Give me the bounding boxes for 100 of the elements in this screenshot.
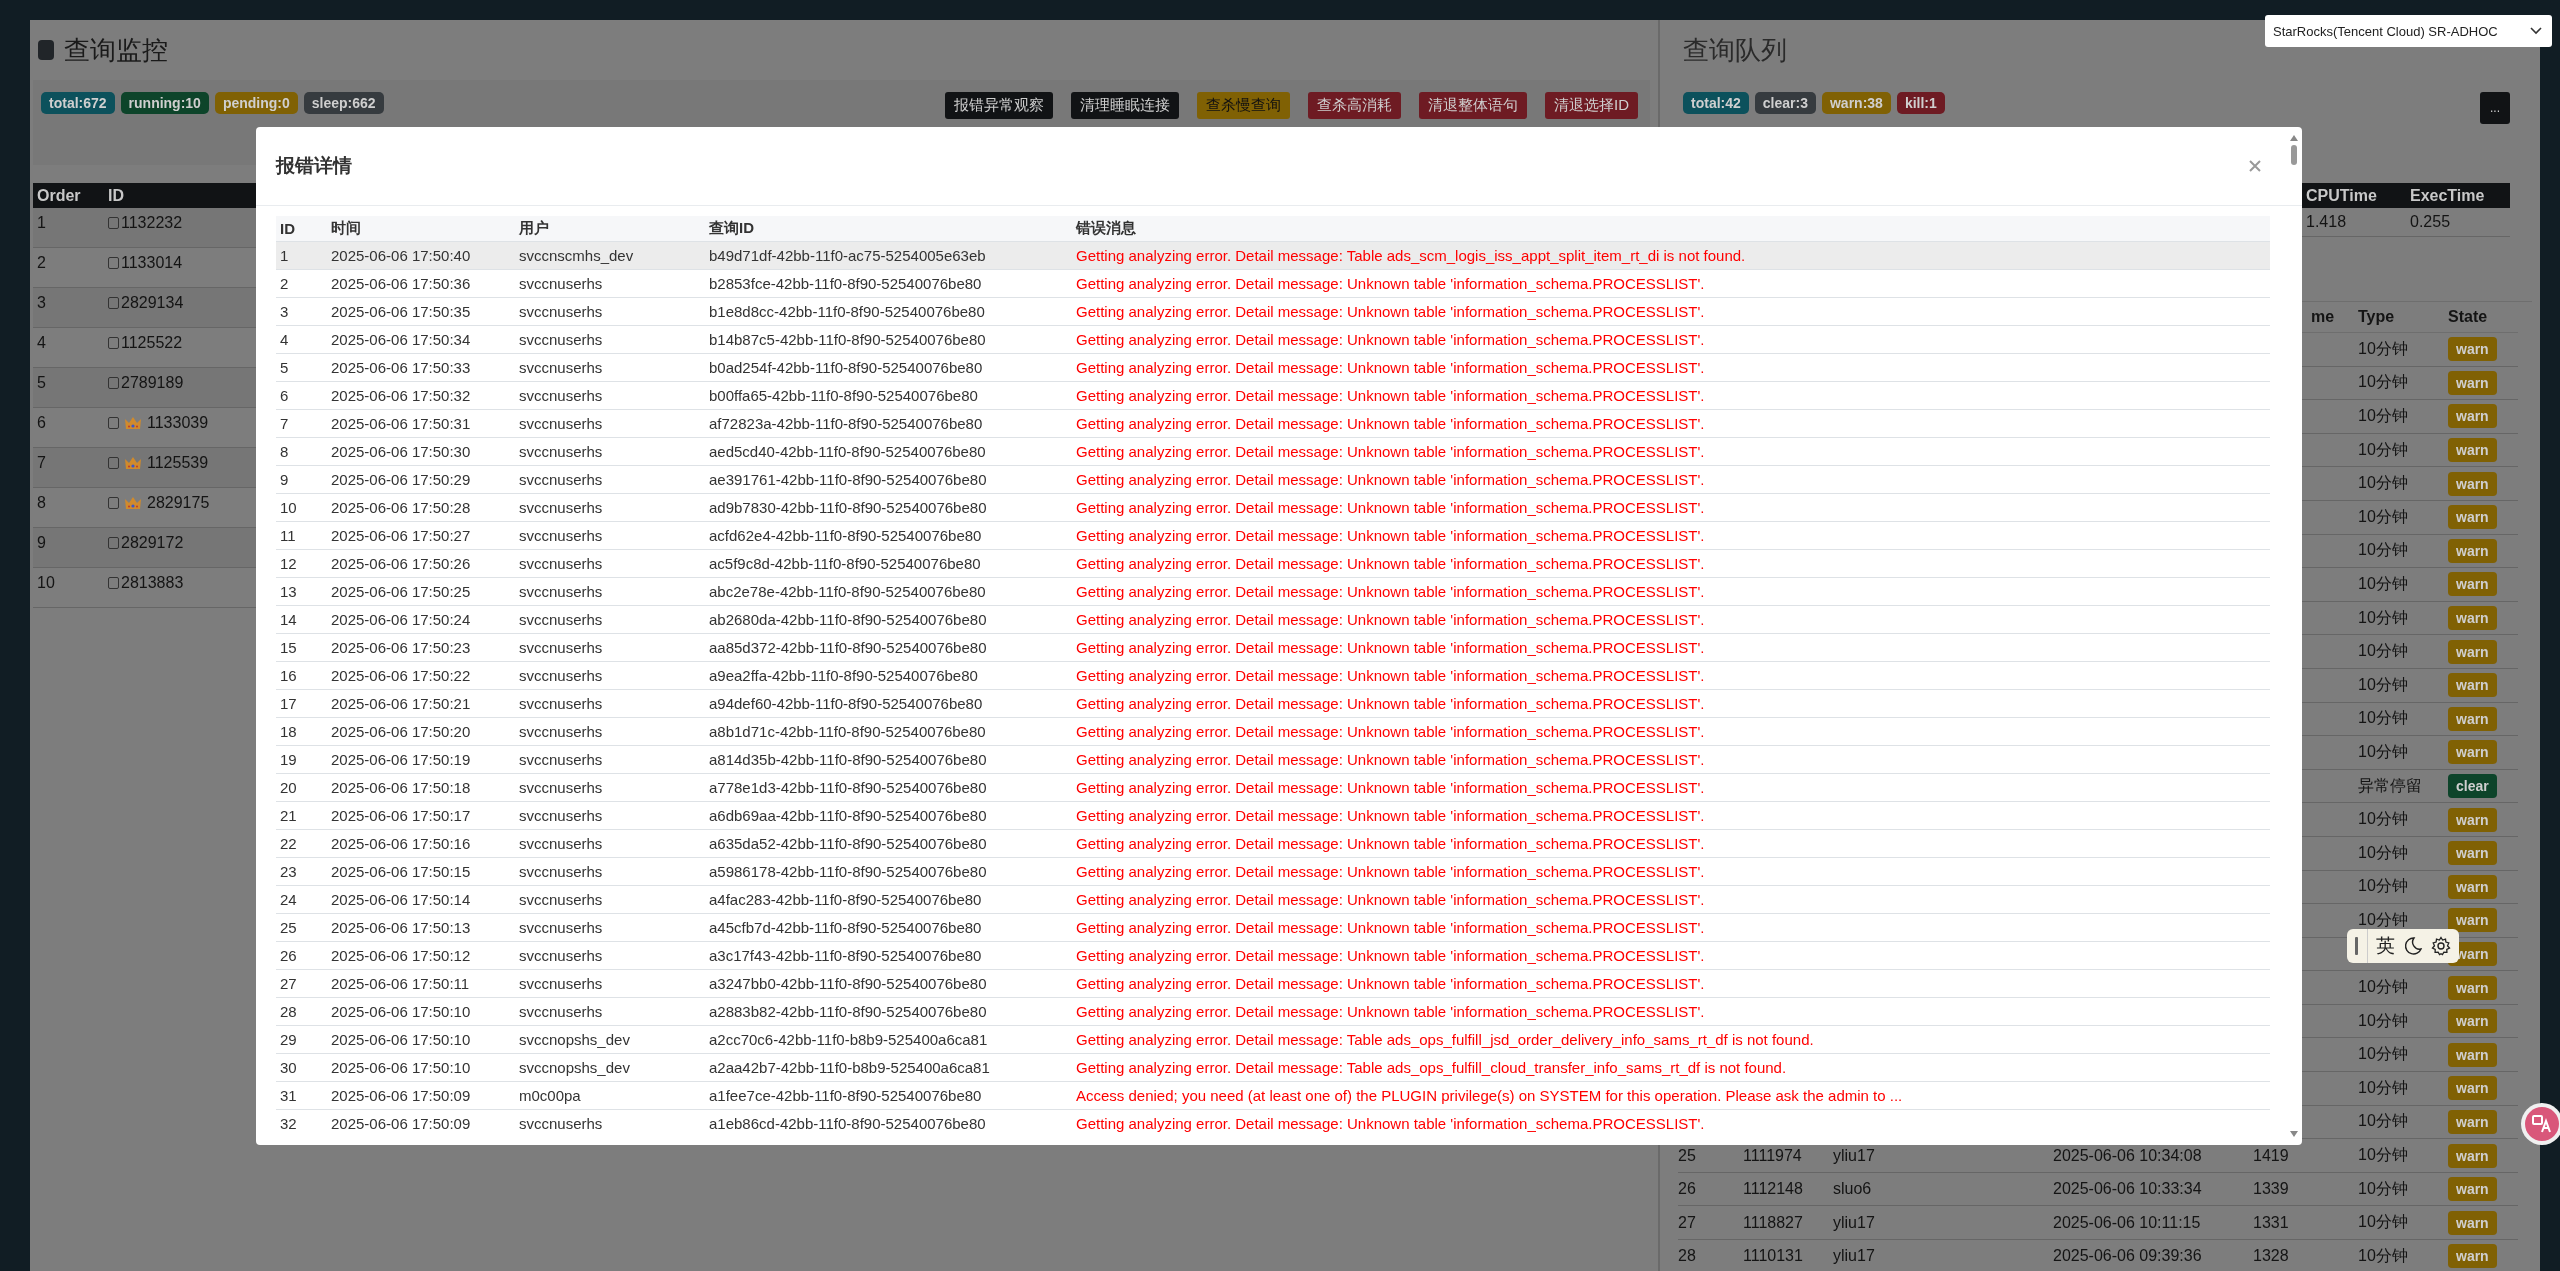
table-cell: 21 bbox=[280, 807, 297, 824]
table-row[interactable]: 17 2025-06-06 17:50:21 svccnuserhs a94def60-42bb-11f0-8f90-52540076be80 Getting analyzing error. Detail message: Unknown table 'information_schema.PROCESSLIST'. bbox=[276, 689, 2270, 718]
database-icon bbox=[38, 40, 54, 60]
action-button[interactable]: 查杀高消耗 bbox=[1308, 92, 1401, 119]
column-header: 错误消息 bbox=[1076, 219, 1136, 236]
table-cell: 2025-06-06 17:50:13 bbox=[331, 919, 471, 936]
table-cell: 2025-06-06 17:50:19 bbox=[331, 751, 471, 768]
table-cell: svccnuserhs bbox=[519, 611, 603, 628]
table-row[interactable]: 12 2025-06-06 17:50:26 svccnuserhs ac5f9c8d-42bb-11f0-8f90-52540076be80 Getting analyzing error. Detail message: Unknown table 'information_schema.PROCESSLIST'. bbox=[276, 549, 2270, 578]
table-row[interactable]: 27 2025-06-06 17:50:11 svccnuserhs a3247bb0-42bb-11f0-8f90-52540076be80 Getting analyzing error. Detail message: Unknown table 'information_schema.PROCESSLIST'. bbox=[276, 969, 2270, 998]
checkbox[interactable] bbox=[108, 257, 119, 269]
table-row[interactable]: 1 2025-06-06 17:50:40 svccnscmhs_dev b49d71df-42bb-11f0-ac75-5254005e63eb Getting analyzing error. Detail message: Table ads_scm_logis_iss_appt_split_item_rt_di is not found. bbox=[276, 241, 2270, 270]
table-cell: 1111974 bbox=[1743, 1146, 1802, 1164]
language-toggle[interactable]: 英 bbox=[2376, 933, 2395, 959]
table-row[interactable]: 6 2025-06-06 17:50:32 svccnuserhs b00ffa65-42bb-11f0-8f90-52540076be80 Getting analyzing error. Detail message: Unknown table 'information_schema.PROCESSLIST'. bbox=[276, 381, 2270, 410]
action-button[interactable]: 清理睡眠连接 bbox=[1071, 92, 1179, 119]
table-cell: 19 bbox=[280, 751, 297, 768]
table-row[interactable]: 7 2025-06-06 17:50:31 svccnuserhs af72823a-42bb-11f0-8f90-52540076be80 Getting analyzing error. Detail message: Unknown table 'information_schema.PROCESSLIST'. bbox=[276, 409, 2270, 438]
table-cell: 16 bbox=[280, 667, 297, 684]
table-row[interactable]: 14 2025-06-06 17:50:24 svccnuserhs ab2680da-42bb-11f0-8f90-52540076be80 Getting analyzing error. Detail message: Unknown table 'information_schema.PROCESSLIST'. bbox=[276, 605, 2270, 634]
cluster-select[interactable]: StarRocks(Tencent Cloud) SR-ADHOC bbox=[2265, 15, 2552, 47]
table-cell: 30 bbox=[280, 1059, 297, 1076]
close-icon[interactable] bbox=[2248, 159, 2262, 173]
table-cell: 1125539 bbox=[147, 454, 209, 472]
settings-icon[interactable] bbox=[2431, 936, 2451, 956]
table-row[interactable]: 15 2025-06-06 17:50:23 svccnuserhs aa85d372-42bb-11f0-8f90-52540076be80 Getting analyzing error. Detail message: Unknown table 'information_schema.PROCESSLIST'. bbox=[276, 633, 2270, 662]
table-cell: 4 bbox=[280, 331, 289, 348]
action-button[interactable]: 报错异常观察 bbox=[945, 92, 1053, 119]
table-row[interactable]: 16 2025-06-06 17:50:22 svccnuserhs a9ea2ffa-42bb-11f0-8f90-52540076be80 Getting analyzing error. Detail message: Unknown table 'information_schema.PROCESSLIST'. bbox=[276, 661, 2270, 690]
table-row[interactable]: 22 2025-06-06 17:50:16 svccnuserhs a635da52-42bb-11f0-8f90-52540076be80 Getting analyzing error. Detail message: Unknown table 'information_schema.PROCESSLIST'. bbox=[276, 829, 2270, 858]
table-row[interactable]: 3 2025-06-06 17:50:35 svccnuserhs b1e8d8cc-42bb-11f0-8f90-52540076be80 Getting analyzing error. Detail message: Unknown table 'information_schema.PROCESSLIST'. bbox=[276, 297, 2270, 326]
translate-icon[interactable] bbox=[2520, 1102, 2560, 1146]
error-message: Getting analyzing error. Detail message: Unknown table 'information_schema.PROCESSLIST'. bbox=[1076, 919, 1705, 936]
table-cell: 2829134 bbox=[121, 294, 184, 312]
table-cell: m0c00pa bbox=[519, 1087, 581, 1104]
table-cell: a9ea2ffa-42bb-11f0-8f90-52540076be80 bbox=[709, 667, 978, 684]
checkbox[interactable] bbox=[108, 457, 119, 469]
action-button[interactable]: 清退整体语句 bbox=[1419, 92, 1527, 119]
grip-icon[interactable] bbox=[2355, 937, 2359, 955]
table-row[interactable]: 10 2025-06-06 17:50:28 svccnuserhs ad9b7830-42bb-11f0-8f90-52540076be80 Getting analyzing error. Detail message: Unknown table 'information_schema.PROCESSLIST'. bbox=[276, 493, 2270, 522]
table-row[interactable]: 5 2025-06-06 17:50:33 svccnuserhs b0ad254f-42bb-11f0-8f90-52540076be80 Getting analyzing error. Detail message: Unknown table 'information_schema.PROCESSLIST'. bbox=[276, 353, 2270, 382]
table-cell: b0ad254f-42bb-11f0-8f90-52540076be80 bbox=[709, 359, 983, 376]
table-cell: svccnuserhs bbox=[519, 779, 603, 796]
table-cell: 2025-06-06 09:39:36 bbox=[2053, 1247, 2202, 1265]
checkbox[interactable] bbox=[108, 217, 119, 229]
table-cell: 10分钟 bbox=[2358, 877, 2408, 895]
state-badge: warn bbox=[2448, 740, 2497, 765]
table-row[interactable]: 24 2025-06-06 17:50:14 svccnuserhs a4fac283-42bb-11f0-8f90-52540076be80 Getting analyzing error. Detail message: Unknown table 'information_schema.PROCESSLIST'. bbox=[276, 885, 2270, 914]
checkbox[interactable] bbox=[108, 377, 119, 389]
table-cell: a2aa42b7-42bb-11f0-b8b9-525400a6ca81 bbox=[709, 1059, 990, 1076]
state-badge: warn bbox=[2448, 1143, 2497, 1168]
error-message: Getting analyzing error. Detail message: Unknown table 'information_schema.PROCESSLIST'. bbox=[1076, 303, 1705, 320]
table-cell: 29 bbox=[280, 1031, 297, 1048]
state-badge: warn bbox=[2448, 505, 2497, 530]
table-cell: 2025-06-06 17:50:21 bbox=[331, 695, 471, 712]
table-cell: 2025-06-06 17:50:22 bbox=[331, 667, 471, 684]
table-row[interactable]: 29 2025-06-06 17:50:10 svccnopshs_dev a2cc70c6-42bb-11f0-b8b9-525400a6ca81 Getting analyzing error. Detail message: Table ads_ops_fulfill_jsd_order_delivery_info_sams_rt_df is not found. bbox=[276, 1025, 2270, 1054]
table-row[interactable]: 2 2025-06-06 17:50:36 svccnuserhs b2853fce-42bb-11f0-8f90-52540076be80 Getting analyzing error. Detail message: Unknown table 'information_schema.PROCESSLIST'. bbox=[276, 269, 2270, 298]
checkbox[interactable] bbox=[108, 497, 119, 509]
table-row[interactable]: 8 2025-06-06 17:50:30 svccnuserhs aed5cd40-42bb-11f0-8f90-52540076be80 Getting analyzing error. Detail message: Unknown table 'information_schema.PROCESSLIST'. bbox=[276, 437, 2270, 466]
checkbox[interactable] bbox=[108, 297, 119, 309]
action-button[interactable]: 清退选择ID bbox=[1545, 92, 1638, 119]
table-cell-text: 6 bbox=[36, 414, 47, 432]
table-cell: svccnscmhs_dev bbox=[519, 247, 634, 264]
table-row[interactable]: 13 2025-06-06 17:50:25 svccnuserhs abc2e78e-42bb-11f0-8f90-52540076be80 Getting analyzing error. Detail message: Unknown table 'information_schema.PROCESSLIST'. bbox=[276, 577, 2270, 606]
table-row[interactable]: 21 2025-06-06 17:50:17 svccnuserhs a6db69aa-42bb-11f0-8f90-52540076be80 Getting analyzing error. Detail message: Unknown table 'information_schema.PROCESSLIST'. bbox=[276, 801, 2270, 830]
state-badge: warn bbox=[2448, 1244, 2497, 1269]
state-badge: warn bbox=[2448, 538, 2497, 563]
table-cell: svccnuserhs bbox=[519, 275, 603, 292]
table-row[interactable]: 11 2025-06-06 17:50:27 svccnuserhs acfd62e4-42bb-11f0-8f90-52540076be80 Getting analyzing error. Detail message: Unknown table 'information_schema.PROCESSLIST'. bbox=[276, 521, 2270, 550]
table-row[interactable]: 18 2025-06-06 17:50:20 svccnuserhs a8b1d71c-42bb-11f0-8f90-52540076be80 Getting analyzing error. Detail message: Unknown table 'information_schema.PROCESSLIST'. bbox=[276, 717, 2270, 746]
table-row[interactable]: 9 2025-06-06 17:50:29 svccnuserhs ae391761-42bb-11f0-8f90-52540076be80 Getting analyzing error. Detail message: Unknown table 'information_schema.PROCESSLIST'. bbox=[276, 465, 2270, 494]
table-row[interactable]: 28 2025-06-06 17:50:10 svccnuserhs a2883b82-42bb-11f0-8f90-52540076be80 Getting analyzing error. Detail message: Unknown table 'information_schema.PROCESSLIST'. bbox=[276, 997, 2270, 1026]
checkbox[interactable] bbox=[108, 417, 119, 429]
table-cell: a45cfb7d-42bb-11f0-8f90-52540076be80 bbox=[709, 919, 982, 936]
table-cell: 10分钟 bbox=[2358, 1011, 2408, 1029]
more-button[interactable]: ... bbox=[2480, 92, 2510, 124]
table-row[interactable]: 32 2025-06-06 17:50:09 svccnuserhs a1eb86cd-42bb-11f0-8f90-52540076be80 Getting analyzing error. Detail message: Unknown table 'information_schema.PROCESSLIST'. bbox=[276, 1109, 2270, 1137]
table-row[interactable]: 31 2025-06-06 17:50:09 m0c00pa a1fee7ce-42bb-11f0-8f90-52540076be80 Access denied; you need (at least one of) the PLUGIN privilege(s) on SYSTEM for this operation. Please ask the admin to ... bbox=[276, 1081, 2270, 1110]
table-cell: ad9b7830-42bb-11f0-8f90-52540076be80 bbox=[709, 499, 987, 516]
error-message: Getting analyzing error. Detail message: Unknown table 'information_schema.PROCESSLIST'. bbox=[1076, 667, 1705, 684]
table-cell: aa85d372-42bb-11f0-8f90-52540076be80 bbox=[709, 639, 987, 656]
table-cell: 27 bbox=[280, 975, 297, 992]
table-cell: 25 bbox=[280, 919, 297, 936]
table-row[interactable]: 30 2025-06-06 17:50:10 svccnopshs_dev a2aa42b7-42bb-11f0-b8b9-525400a6ca81 Getting analyzing error. Detail message: Table ads_ops_fulfill_cloud_transfer_info_sams_rt_df is not found. bbox=[276, 1053, 2270, 1082]
table-row[interactable]: 23 2025-06-06 17:50:15 svccnuserhs a5986178-42bb-11f0-8f90-52540076be80 Getting analyzing error. Detail message: Unknown table 'information_schema.PROCESSLIST'. bbox=[276, 857, 2270, 886]
table-cell: 2025-06-06 17:50:25 bbox=[331, 583, 471, 600]
checkbox[interactable] bbox=[108, 537, 119, 549]
table-row[interactable]: 26 2025-06-06 17:50:12 svccnuserhs a3c17f43-42bb-11f0-8f90-52540076be80 Getting analyzing error. Detail message: Unknown table 'information_schema.PROCESSLIST'. bbox=[276, 941, 2270, 970]
state-badge: warn bbox=[2448, 606, 2497, 631]
table-cell: a6db69aa-42bb-11f0-8f90-52540076be80 bbox=[709, 807, 987, 824]
table-row[interactable]: 25 2025-06-06 17:50:13 svccnuserhs a45cfb7d-42bb-11f0-8f90-52540076be80 Getting analyzing error. Detail message: Unknown table 'information_schema.PROCESSLIST'. bbox=[276, 913, 2270, 942]
table-row[interactable]: 4 2025-06-06 17:50:34 svccnuserhs b14b87c5-42bb-11f0-8f90-52540076be80 Getting analyzing error. Detail message: Unknown table 'information_schema.PROCESSLIST'. bbox=[276, 325, 2270, 354]
moon-icon[interactable] bbox=[2403, 936, 2423, 956]
checkbox[interactable] bbox=[108, 337, 119, 349]
state-badge: warn bbox=[2448, 1177, 2497, 1202]
table-row[interactable]: 20 2025-06-06 17:50:18 svccnuserhs a778e1d3-42bb-11f0-8f90-52540076be80 Getting analyzing error. Detail message: Unknown table 'information_schema.PROCESSLIST'. bbox=[276, 773, 2270, 802]
table-cell: 2025-06-06 17:50:32 bbox=[331, 387, 471, 404]
table-row[interactable]: 19 2025-06-06 17:50:19 svccnuserhs a814d35b-42bb-11f0-8f90-52540076be80 Getting analyzing error. Detail message: Unknown table 'information_schema.PROCESSLIST'. bbox=[276, 745, 2270, 774]
checkbox[interactable] bbox=[108, 577, 119, 589]
